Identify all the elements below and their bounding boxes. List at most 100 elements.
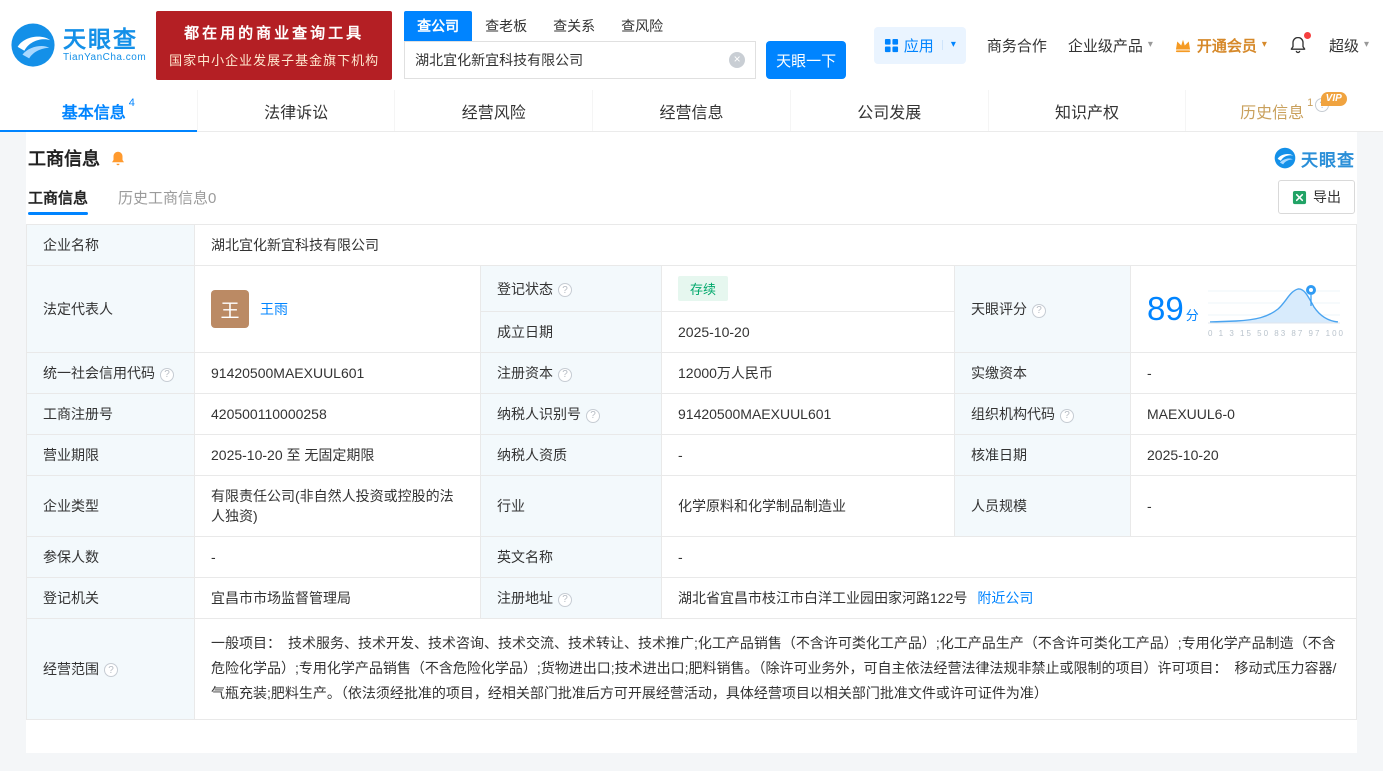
search-tabs: 查公司 查老板 查关系 查风险	[404, 11, 846, 41]
field-value: 宜昌市市场监督管理局	[211, 590, 351, 606]
brand-watermark-text: 天眼查	[1301, 150, 1355, 170]
nearby-companies-link[interactable]: 附近公司	[977, 590, 1033, 606]
search-tab-relation[interactable]: 查关系	[540, 11, 608, 41]
field-label: 登记状态	[497, 280, 553, 297]
notification-bell[interactable]	[1288, 32, 1311, 56]
promo-banner[interactable]: 都在用的商业查询工具 国家中小企业发展子基金旗下机构	[156, 10, 393, 80]
help-icon[interactable]: ?	[558, 367, 572, 382]
chevron-down-icon: ▾	[1261, 39, 1267, 50]
nav-tab-operating-risk[interactable]: 经营风险	[394, 90, 592, 131]
section-tabs: 工商信息 历史工商信息0 导出	[26, 176, 1357, 218]
export-button[interactable]: 导出	[1278, 180, 1355, 214]
field-label: 注册地址	[497, 590, 553, 606]
field-label: 营业期限	[43, 447, 99, 463]
field-label: 英文名称	[497, 549, 553, 565]
enterprise-products-menu[interactable]: 企业级产品 ▾	[1068, 35, 1153, 56]
table-row: 法定代表人 王 王雨 登记状态? 存续 天眼评分? 89 分 0 1 3 15 …	[26, 265, 1357, 353]
monitor-bell-icon[interactable]	[109, 149, 127, 168]
field-label: 注册资本	[497, 365, 553, 381]
field-value: 12000万人民币	[678, 365, 773, 381]
legal-rep-avatar[interactable]: 王	[211, 290, 249, 328]
subtab-history-business-info[interactable]: 历史工商信息0	[118, 176, 216, 218]
tianyancha-logo[interactable]: 天眼查 TianYanCha.com	[10, 22, 146, 68]
field-label: 登记机关	[43, 590, 99, 606]
crown-icon	[1175, 39, 1190, 52]
nav-tab-badge: 1	[1307, 97, 1314, 109]
search-tab-company[interactable]: 查公司	[404, 11, 473, 41]
score-value: 89 分	[1147, 290, 1199, 328]
business-scope-value: 一般项目： 技术服务、技术开发、技术咨询、技术交流、技术转让、技术推广;化工产品…	[211, 635, 1337, 702]
section-title: 工商信息	[28, 149, 100, 169]
company-name-value: 湖北宜化新宜科技有限公司	[211, 237, 379, 253]
enterprise-products-label: 企业级产品	[1067, 37, 1143, 55]
table-row: 企业类型 有限责任公司(非自然人投资或控股的法人独资) 行业 化学原料和化学制品…	[26, 475, 1357, 537]
excel-icon	[1292, 190, 1307, 204]
nav-tab-history-info[interactable]: VIP 历史信息 1 ?	[1185, 90, 1383, 131]
search-tab-risk[interactable]: 查风险	[608, 11, 676, 41]
field-label: 企业类型	[43, 498, 99, 514]
help-icon[interactable]: ?	[160, 367, 174, 382]
table-row: 登记机关 宜昌市市场监督管理局 注册地址? 湖北省宜昌市枝江市白洋工业园田家河路…	[26, 577, 1357, 619]
apps-menu[interactable]: 应用 ▾	[873, 26, 966, 64]
super-vip-menu[interactable]: 超级 ▾	[1329, 35, 1369, 56]
table-row: 企业名称 湖北宜化新宜科技有限公司	[26, 224, 1357, 266]
nav-tab-basic-info[interactable]: 基本信息 4	[0, 90, 197, 132]
status-badge: 存续	[678, 276, 729, 301]
nav-tab-company-development[interactable]: 公司发展	[789, 90, 988, 131]
export-button-label: 导出	[1313, 189, 1341, 205]
help-icon[interactable]: ?	[104, 663, 118, 678]
help-icon[interactable]: ?	[558, 592, 572, 607]
search-input[interactable]	[415, 52, 730, 68]
field-value: 91420500MAEXUUL601	[211, 365, 365, 381]
nav-tab-label: 历史信息	[1240, 104, 1305, 122]
promo-banner-line1: 都在用的商业查询工具	[184, 24, 365, 42]
field-label: 组织机构代码	[971, 406, 1055, 422]
field-label: 纳税人资质	[497, 447, 567, 463]
nav-tab-label: 基本信息	[61, 104, 126, 122]
nav-tab-legal-litigation[interactable]: 法律诉讼	[196, 90, 395, 131]
help-icon[interactable]: ?	[1060, 408, 1074, 423]
field-value: -	[1147, 498, 1152, 514]
help-icon[interactable]: ?	[586, 408, 600, 423]
field-label: 统一社会信用代码	[43, 365, 155, 381]
field-label: 企业名称	[43, 237, 99, 253]
business-cooperation-label: 商务合作	[986, 37, 1047, 55]
table-row: 参保人数 - 英文名称 -	[26, 536, 1357, 578]
table-row: 营业期限 2025-10-20 至 无固定期限 纳税人资质 - 核准日期 202…	[26, 434, 1357, 476]
legal-rep-link[interactable]: 王雨	[260, 299, 288, 319]
nav-tab-label: 经营信息	[659, 104, 724, 122]
field-label: 法定代表人	[43, 301, 113, 317]
top-header: 天眼查 TianYanCha.com 都在用的商业查询工具 国家中小企业发展子基…	[0, 0, 1383, 90]
business-cooperation-link[interactable]: 商务合作	[987, 35, 1047, 56]
score-widget[interactable]: 89 分 0 1 3 15 50 83 87 97 100	[1147, 281, 1343, 338]
field-value: -	[678, 447, 683, 463]
super-vip-label: 超级	[1328, 37, 1359, 55]
chevron-down-icon: ▾	[1147, 39, 1153, 50]
subtab-business-info[interactable]: 工商信息	[28, 176, 89, 218]
field-value: MAEXUUL6-0	[1147, 406, 1235, 422]
field-value: 2025-10-20	[1147, 447, 1219, 463]
search-tab-boss[interactable]: 查老板	[472, 11, 540, 41]
field-label: 核准日期	[971, 447, 1027, 463]
nav-tab-operating-info[interactable]: 经营信息	[592, 90, 790, 131]
search-button[interactable]: 天眼一下	[766, 41, 847, 79]
field-value: 化学原料和化学制品制造业	[678, 498, 846, 514]
field-value: 420500110000258	[211, 406, 327, 422]
nav-tab-label: 公司发展	[857, 104, 922, 122]
table-row: 经营范围? 一般项目： 技术服务、技术开发、技术咨询、技术交流、技术转让、技术推…	[26, 618, 1357, 720]
search-block: 查公司 查老板 查关系 查风险 × 天眼一下	[404, 11, 847, 79]
field-label: 天眼评分	[971, 301, 1027, 317]
nav-tab-intellectual-property[interactable]: 知识产权	[987, 90, 1186, 131]
help-icon[interactable]: ?	[1032, 303, 1046, 318]
section-header: 工商信息 天眼查	[26, 132, 1357, 176]
field-value: -	[1147, 365, 1152, 381]
field-value: 有限责任公司(非自然人投资或控股的法人独资)	[211, 488, 454, 524]
help-icon[interactable]: ?	[558, 283, 572, 297]
clear-icon[interactable]: ×	[729, 52, 746, 68]
brand-watermark: 天眼查	[1274, 146, 1355, 171]
company-nav: 基本信息 4 法律诉讼 经营风险 经营信息 公司发展 知识产权 VIP 历史信息…	[0, 90, 1383, 132]
table-row: 统一社会信用代码? 91420500MAEXUUL601 注册资本? 12000…	[26, 352, 1357, 394]
vip-upgrade-menu[interactable]: 开通会员 ▾	[1174, 35, 1267, 56]
grid-icon	[884, 38, 898, 52]
logo-icon	[11, 23, 55, 67]
